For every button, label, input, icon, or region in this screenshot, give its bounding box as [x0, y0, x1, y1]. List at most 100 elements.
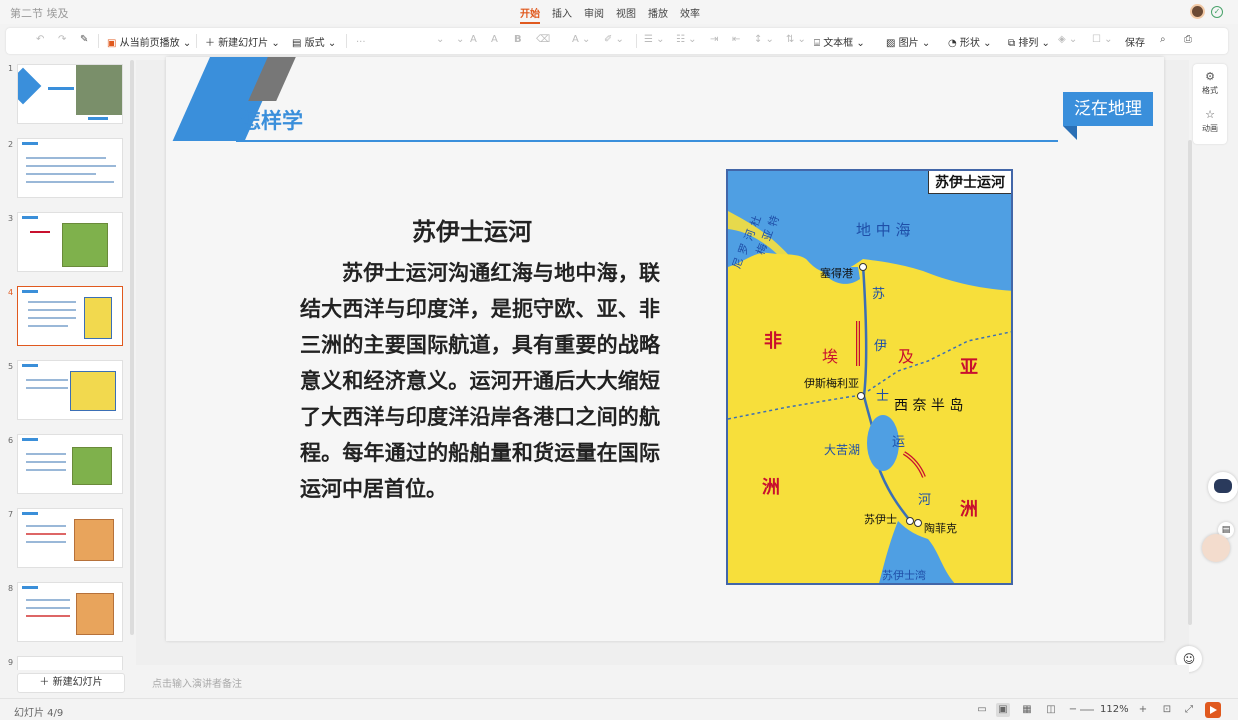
animation-pane-button[interactable]: ☆ 动画: [1193, 108, 1227, 134]
brand-tag[interactable]: 泛在地理: [1063, 92, 1153, 126]
line-spacing-icon[interactable]: ↕ ⌄: [754, 34, 774, 45]
divider: [346, 34, 347, 48]
slide-thumbnail-8[interactable]: [17, 582, 123, 642]
font-size-down-select[interactable]: ⌄: [456, 34, 464, 45]
robot-icon: [1214, 479, 1232, 493]
zoom-level[interactable]: 112%: [1100, 704, 1129, 715]
user-avatar[interactable]: [1190, 4, 1205, 19]
slide-thumbnail-4[interactable]: [17, 286, 123, 346]
slide-indicator: 幻灯片 4/9: [14, 708, 64, 719]
slide-number: 1: [8, 64, 14, 73]
fit-window-icon[interactable]: ⊡: [1160, 703, 1174, 717]
map-title: 苏伊士运河: [928, 171, 1011, 194]
shrink-font-icon[interactable]: A: [491, 34, 498, 45]
clear-format-icon[interactable]: ⌫: [536, 34, 550, 45]
zoom-in-icon[interactable]: +: [1136, 703, 1150, 717]
fill-icon[interactable]: ◈ ⌄: [1058, 34, 1077, 45]
highlight-icon[interactable]: ✐ ⌄: [604, 34, 624, 45]
indent-icon[interactable]: ⇥: [710, 34, 718, 45]
text-direction-icon[interactable]: ⇅ ⌄: [786, 34, 806, 45]
sync-status-icon[interactable]: ✓: [1211, 6, 1223, 18]
slide-thumbnail-2[interactable]: [17, 138, 123, 198]
canvas-scrollbar[interactable]: [1188, 140, 1192, 625]
slide-thumbnail-5[interactable]: [17, 360, 123, 420]
undo-icon[interactable]: ↶: [36, 34, 44, 45]
gear-icon: ⚙: [1205, 70, 1215, 83]
map-label-canal-char: 运: [892, 435, 906, 450]
slide-number: 9: [8, 658, 14, 667]
article-title[interactable]: 苏伊士运河: [412, 212, 532, 247]
font-color-icon[interactable]: A ⌄: [572, 34, 590, 45]
picture-button[interactable]: ▨ 图片 ⌄: [886, 34, 930, 49]
font-size-select[interactable]: ⌄: [436, 34, 444, 45]
ai-assistant-button[interactable]: [1208, 472, 1238, 502]
map-label-gulf-of-suez: 苏伊士湾: [882, 569, 926, 582]
map-label-canal-char: 伊: [874, 339, 888, 354]
tab-view[interactable]: 视图: [616, 5, 636, 20]
section-title[interactable]: 怎样学: [240, 105, 303, 135]
play-slideshow-button[interactable]: [1205, 702, 1221, 718]
assistant-avatar[interactable]: [1202, 534, 1230, 562]
map-label-egypt-char: 埃: [822, 347, 839, 366]
suez-canal-map[interactable]: 苏伊士运河 地 中 海 塞得港 伊斯梅利亚 大苦湖 苏伊士 陶菲克 苏伊士湾 西…: [726, 169, 1013, 585]
map-label-canal-char: 河: [918, 493, 932, 508]
map-label-egypt-char: 及: [898, 347, 915, 366]
arrange-icon: ⧉: [1008, 38, 1016, 49]
bold-icon[interactable]: B: [514, 34, 522, 45]
slide-thumbnail-7[interactable]: [17, 508, 123, 568]
slide-thumbnail-6[interactable]: [17, 434, 123, 494]
sorter-view-icon[interactable]: ▦: [1020, 703, 1034, 717]
format-pane-button[interactable]: ⚙ 格式: [1193, 70, 1227, 96]
slide-thumbnail-3[interactable]: [17, 212, 123, 272]
map-label-asia-char: 亚: [960, 357, 978, 378]
article-body[interactable]: 苏伊士运河沟通红海与地中海，联结大西洋与印度洋，是扼守欧、亚、非三洲的主要国际航…: [300, 255, 660, 507]
shape-button[interactable]: ◔ 形状 ⌄: [948, 34, 991, 49]
map-label-suez: 苏伊士: [864, 513, 897, 526]
toolbar: ↶ ↷ ✎ ▣ 从当前页播放 ⌄ ＋ 新建幻灯片 ⌄ ▤ 版式 ⌄ ... ⌄ …: [6, 28, 1228, 54]
print-icon[interactable]: ⎙: [1184, 34, 1192, 45]
slide-number: 6: [8, 436, 14, 445]
shape-icon: ◔: [948, 38, 957, 49]
speaker-notes[interactable]: 点击输入演讲者备注: [136, 665, 1189, 695]
align-icon[interactable]: ☰ ⌄: [644, 34, 665, 45]
reading-view-icon[interactable]: ◫: [1044, 703, 1058, 717]
normal-view-icon[interactable]: ▣: [996, 703, 1010, 717]
text-box-button[interactable]: ⌸ 文本框 ⌄: [814, 34, 865, 49]
search-icon[interactable]: ⌕: [1160, 34, 1166, 45]
slide-thumbnail-1[interactable]: [17, 64, 123, 124]
panel-new-slide-button[interactable]: ＋ 新建幻灯片: [17, 673, 125, 693]
tab-insert[interactable]: 插入: [552, 5, 572, 20]
divider: [636, 34, 637, 48]
status-bar: 幻灯片 4/9 ▭ ▣ ▦ ◫ − 112% + ⊡ ⤢: [0, 698, 1238, 720]
notes-toggle-icon[interactable]: ▭: [975, 703, 989, 717]
zoom-slider[interactable]: [1080, 709, 1094, 711]
thumbnail-scrollbar[interactable]: [130, 60, 134, 635]
play-icon: ▣: [107, 38, 117, 49]
title-bar: 第二节 埃及 开始 插入 审阅 视图 播放 效率 ✓: [0, 0, 1238, 24]
tab-efficiency[interactable]: 效率: [680, 5, 700, 20]
font-select[interactable]: ...: [356, 34, 366, 45]
format-painter-icon[interactable]: ✎: [80, 34, 88, 45]
play-from-current-button[interactable]: ▣ 从当前页播放 ⌄: [107, 34, 191, 49]
tab-play[interactable]: 播放: [648, 5, 668, 20]
bullet-list-icon[interactable]: ☷ ⌄: [676, 34, 697, 45]
map-label-canal-char: 士: [876, 389, 890, 404]
zoom-out-icon[interactable]: −: [1066, 703, 1080, 717]
fullscreen-icon[interactable]: ⤢: [1182, 703, 1196, 717]
tab-home[interactable]: 开始: [520, 5, 540, 24]
slide-thumbnail-panel: 1 2 3 4 5 6 7 8 9: [0, 60, 136, 700]
new-slide-button[interactable]: ＋ 新建幻灯片 ⌄: [205, 34, 280, 49]
slide-number: 5: [8, 362, 14, 371]
redo-icon[interactable]: ↷: [58, 34, 66, 45]
grow-font-icon[interactable]: A: [470, 34, 477, 45]
save-button[interactable]: 保存: [1125, 34, 1145, 49]
current-slide[interactable]: 怎样学 泛在地理 苏伊士运河 苏伊士运河沟通红海与地中海，联结大西洋与印度洋，是…: [166, 57, 1164, 641]
tab-review[interactable]: 审阅: [584, 5, 604, 20]
outline-icon[interactable]: ☐ ⌄: [1092, 34, 1113, 45]
slide-thumbnail-9[interactable]: [17, 656, 123, 670]
outdent-icon[interactable]: ⇤: [732, 34, 740, 45]
layout-button[interactable]: ▤ 版式 ⌄: [292, 34, 336, 49]
map-label-mediterranean: 地 中 海: [856, 221, 911, 239]
arrange-button[interactable]: ⧉ 排列 ⌄: [1008, 34, 1050, 49]
brand-tag-fold: [1063, 126, 1077, 140]
